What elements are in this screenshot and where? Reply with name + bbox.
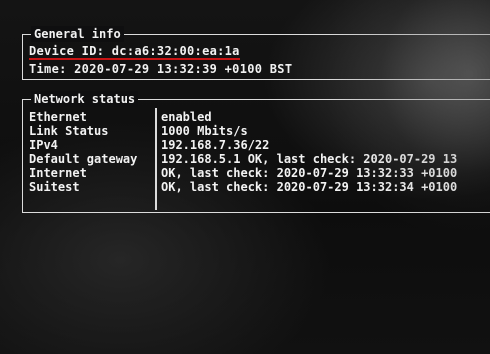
general-info-title: General info — [31, 26, 124, 42]
column-divider — [155, 108, 157, 210]
status-value: 1000 Mbits/s — [161, 124, 248, 138]
time-text: Time: 2020-07-29 13:32:39 +0100 BST — [29, 62, 293, 76]
status-value: OK, last check: 2020-07-29 13:32:34 +010… — [161, 180, 458, 194]
status-label: Internet — [29, 166, 87, 180]
status-label: Default gateway — [29, 152, 138, 166]
general-info-panel: General info Device ID: dc:a6:32:00:ea:1… — [22, 26, 490, 80]
network-status-panel: Network status Ethernet enabled Link Sta… — [22, 91, 490, 213]
status-value: 192.168.7.36/22 — [161, 138, 270, 152]
network-status-title: Network status — [31, 91, 139, 107]
terminal-screen: General info Device ID: dc:a6:32:00:ea:1… — [0, 0, 490, 354]
status-label: Link Status — [29, 124, 109, 138]
status-label: Suitest — [29, 180, 80, 194]
device-id-text: Device ID: dc:a6:32:00:ea:1a — [29, 44, 240, 60]
status-label: IPv4 — [29, 138, 58, 152]
status-label: Ethernet — [29, 110, 87, 124]
status-value: 192.168.5.1 OK, last check: 2020-07-29 1… — [161, 152, 458, 166]
status-value: OK, last check: 2020-07-29 13:32:33 +010… — [161, 166, 458, 180]
status-value: enabled — [161, 110, 212, 124]
terminal-photo: General info Device ID: dc:a6:32:00:ea:1… — [0, 0, 490, 354]
